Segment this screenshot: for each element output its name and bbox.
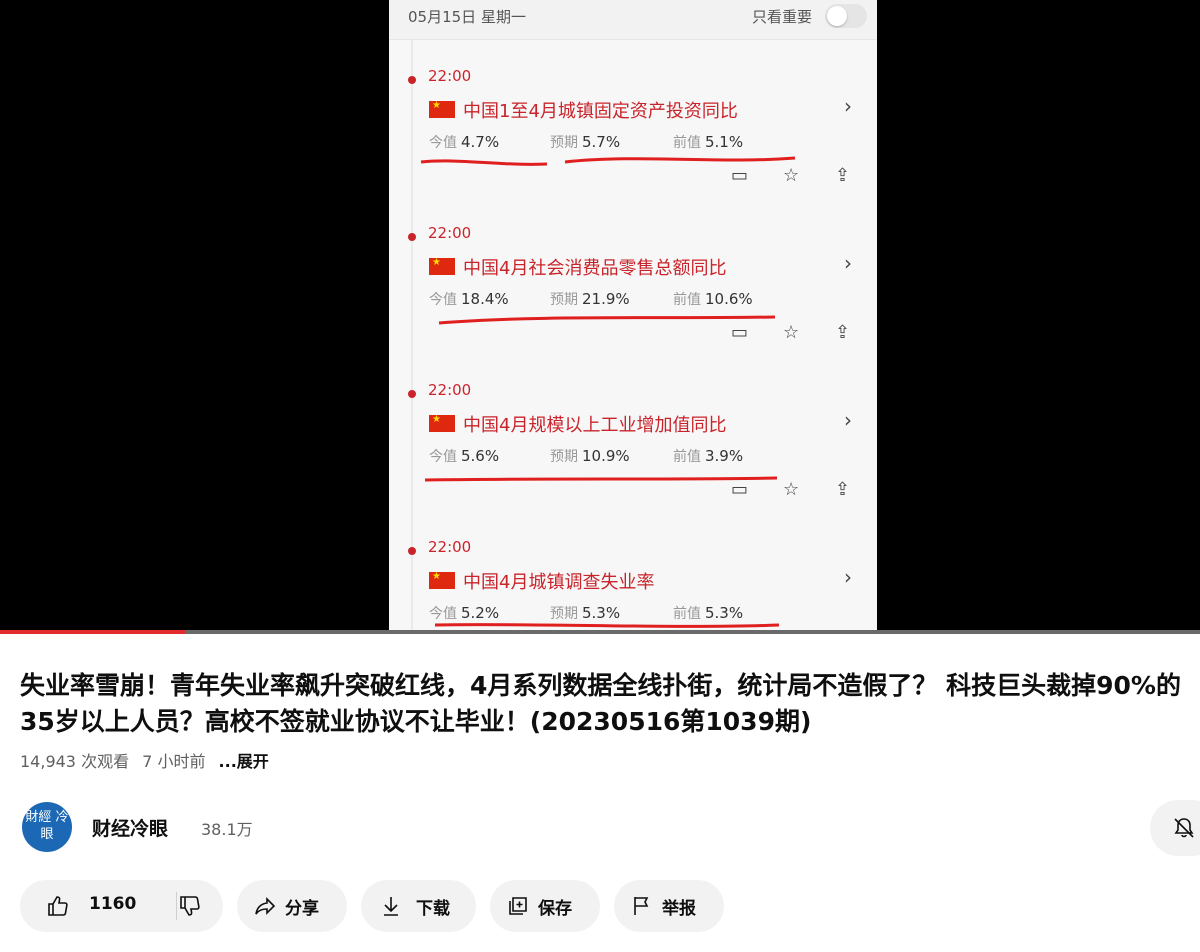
expand-description-link[interactable]: ...展开 bbox=[219, 752, 269, 771]
timeline-dot bbox=[408, 233, 416, 241]
video-meta: 14,943 次观看 7 小时前 ...展开 bbox=[20, 748, 269, 772]
calendar-item: 22:00 ★ 中国4月社会消费品零售总额同比 › 今值 18.4% 预期 21.9… bbox=[389, 209, 877, 366]
thumb-down-icon[interactable] bbox=[178, 894, 202, 918]
calendar-date: 05月15日 星期一 bbox=[408, 8, 526, 26]
upload-icon: ⇪ bbox=[835, 165, 851, 186]
like-dislike-group: 1160 bbox=[20, 880, 223, 932]
item-previous-value: 前值 10.6% bbox=[673, 290, 753, 308]
item-time: 22:00 bbox=[428, 538, 472, 556]
video-frame: 05月15日 星期一 只看重要 22:00 ★ 中国1至4月城镇固定资产投资同比… bbox=[389, 0, 877, 634]
video-progress-bar[interactable] bbox=[0, 630, 1200, 634]
important-only-toggle bbox=[825, 4, 867, 28]
download-icon bbox=[384, 897, 398, 916]
item-title: 中国1至4月城镇固定资产投资同比 bbox=[463, 101, 738, 122]
item-now-value: 今值 4.7% bbox=[429, 133, 500, 151]
item-previous-value: 前值 5.1% bbox=[673, 133, 744, 151]
item-title: 中国4月城镇调查失业率 bbox=[463, 572, 655, 593]
item-expected-value: 预期 5.3% bbox=[550, 604, 621, 622]
like-count[interactable]: 1160 bbox=[89, 894, 136, 914]
star-icon: ☆ bbox=[783, 479, 800, 500]
calendar-header: 05月15日 星期一 只看重要 bbox=[389, 0, 877, 40]
red-underline-scribble bbox=[424, 476, 778, 482]
item-title: 中国4月社会消费品零售总额同比 bbox=[463, 258, 727, 279]
china-flag-icon: ★ bbox=[429, 414, 455, 432]
red-underline-scribble bbox=[438, 315, 776, 325]
subscriber-count: 38.1万 bbox=[201, 820, 253, 839]
item-now-value: 今值 5.2% bbox=[429, 604, 500, 622]
thumb-up-icon[interactable] bbox=[46, 894, 70, 918]
flag-icon bbox=[634, 897, 649, 915]
item-time: 22:00 bbox=[428, 224, 472, 242]
video-player[interactable]: 05月15日 星期一 只看重要 22:00 ★ 中国1至4月城镇固定资产投资同比… bbox=[0, 0, 1200, 634]
star-icon: ☆ bbox=[783, 165, 800, 186]
chevron-right-icon: › bbox=[844, 94, 852, 118]
item-now-value: 今值 5.6% bbox=[429, 447, 500, 465]
important-only-label: 只看重要 bbox=[752, 8, 813, 26]
channel-avatar[interactable]: 財經 冷眼 bbox=[22, 802, 72, 852]
upload-icon: ⇪ bbox=[835, 479, 851, 500]
calendar-item: 22:00 ★ 中国4月规模以上工业增加值同比 › 今值 5.6% 预期 10.9%… bbox=[389, 366, 877, 523]
china-flag-icon: ★ bbox=[429, 100, 455, 118]
save-playlist-icon bbox=[509, 897, 527, 915]
share-icon bbox=[255, 897, 276, 915]
comment-icon: ▭ bbox=[731, 479, 749, 500]
bell-off-icon bbox=[1174, 818, 1194, 838]
item-now-value: 今值 18.4% bbox=[429, 290, 509, 308]
download-label: 下载 bbox=[416, 899, 450, 919]
timeline-dot bbox=[408, 76, 416, 84]
view-count: 14,943 次观看 bbox=[20, 752, 130, 771]
report-label: 举报 bbox=[662, 899, 696, 919]
calendar-item: 22:00 ★ 中国1至4月城镇固定资产投资同比 › 今值 4.7% 预期 5.7%… bbox=[389, 52, 877, 209]
china-flag-icon: ★ bbox=[429, 571, 455, 589]
share-button[interactable]: 分享 bbox=[237, 880, 347, 932]
comment-icon: ▭ bbox=[731, 322, 749, 343]
report-button[interactable]: 举报 bbox=[614, 880, 724, 932]
video-title: 失业率雪崩！青年失业率飙升突破红线，4月系列数据全线扑街，统计局不造假了？ 科技… bbox=[20, 671, 1181, 736]
upload-icon: ⇪ bbox=[835, 322, 851, 343]
like-divider bbox=[176, 892, 177, 920]
star-icon: ☆ bbox=[783, 322, 800, 343]
china-flag-icon: ★ bbox=[429, 257, 455, 275]
timeline-dot bbox=[408, 547, 416, 555]
chevron-right-icon: › bbox=[844, 251, 852, 275]
item-title: 中国4月规模以上工业增加值同比 bbox=[463, 415, 727, 436]
share-label: 分享 bbox=[285, 899, 319, 919]
item-time: 22:00 bbox=[428, 67, 472, 85]
comment-icon: ▭ bbox=[731, 165, 749, 186]
item-previous-value: 前值 3.9% bbox=[673, 447, 744, 465]
upload-age: 7 小时前 bbox=[142, 752, 206, 771]
channel-name[interactable]: 财经冷眼 bbox=[92, 814, 168, 841]
calendar-item: 22:00 ★ 中国4月城镇调查失业率 › 今值 5.2% 预期 5.3% 前值 5.… bbox=[389, 523, 877, 634]
chevron-right-icon: › bbox=[844, 408, 852, 432]
chevron-right-icon: › bbox=[844, 565, 852, 589]
progress-played bbox=[0, 630, 185, 634]
item-previous-value: 前值 5.3% bbox=[673, 604, 744, 622]
download-button[interactable]: 下载 bbox=[361, 880, 476, 932]
save-button[interactable]: 保存 bbox=[490, 880, 600, 932]
save-label: 保存 bbox=[538, 899, 572, 919]
item-expected-value: 预期 10.9% bbox=[550, 447, 630, 465]
red-underline-scribble bbox=[420, 156, 796, 166]
item-expected-value: 预期 5.7% bbox=[550, 133, 621, 151]
item-expected-value: 预期 21.9% bbox=[550, 290, 630, 308]
timeline-dot bbox=[408, 390, 416, 398]
notification-bell-button[interactable] bbox=[1150, 800, 1200, 856]
item-time: 22:00 bbox=[428, 381, 472, 399]
